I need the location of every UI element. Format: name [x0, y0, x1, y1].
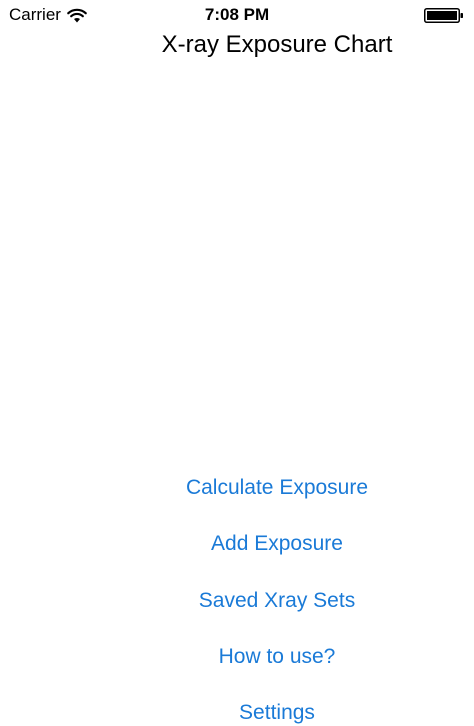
battery-icon: [424, 8, 463, 23]
page-title: X-ray Exposure Chart: [161, 31, 393, 58]
status-bar: Carrier 7:08 PM: [0, 0, 474, 32]
add-exposure-button[interactable]: Add Exposure: [80, 531, 474, 557]
settings-button[interactable]: Settings: [80, 700, 474, 726]
status-time: 7:08 PM: [204, 5, 270, 24]
calculate-exposure-button[interactable]: Calculate Exposure: [80, 475, 474, 501]
saved-xray-sets-button[interactable]: Saved Xray Sets: [80, 588, 474, 614]
how-to-use-button[interactable]: How to use?: [80, 644, 474, 670]
